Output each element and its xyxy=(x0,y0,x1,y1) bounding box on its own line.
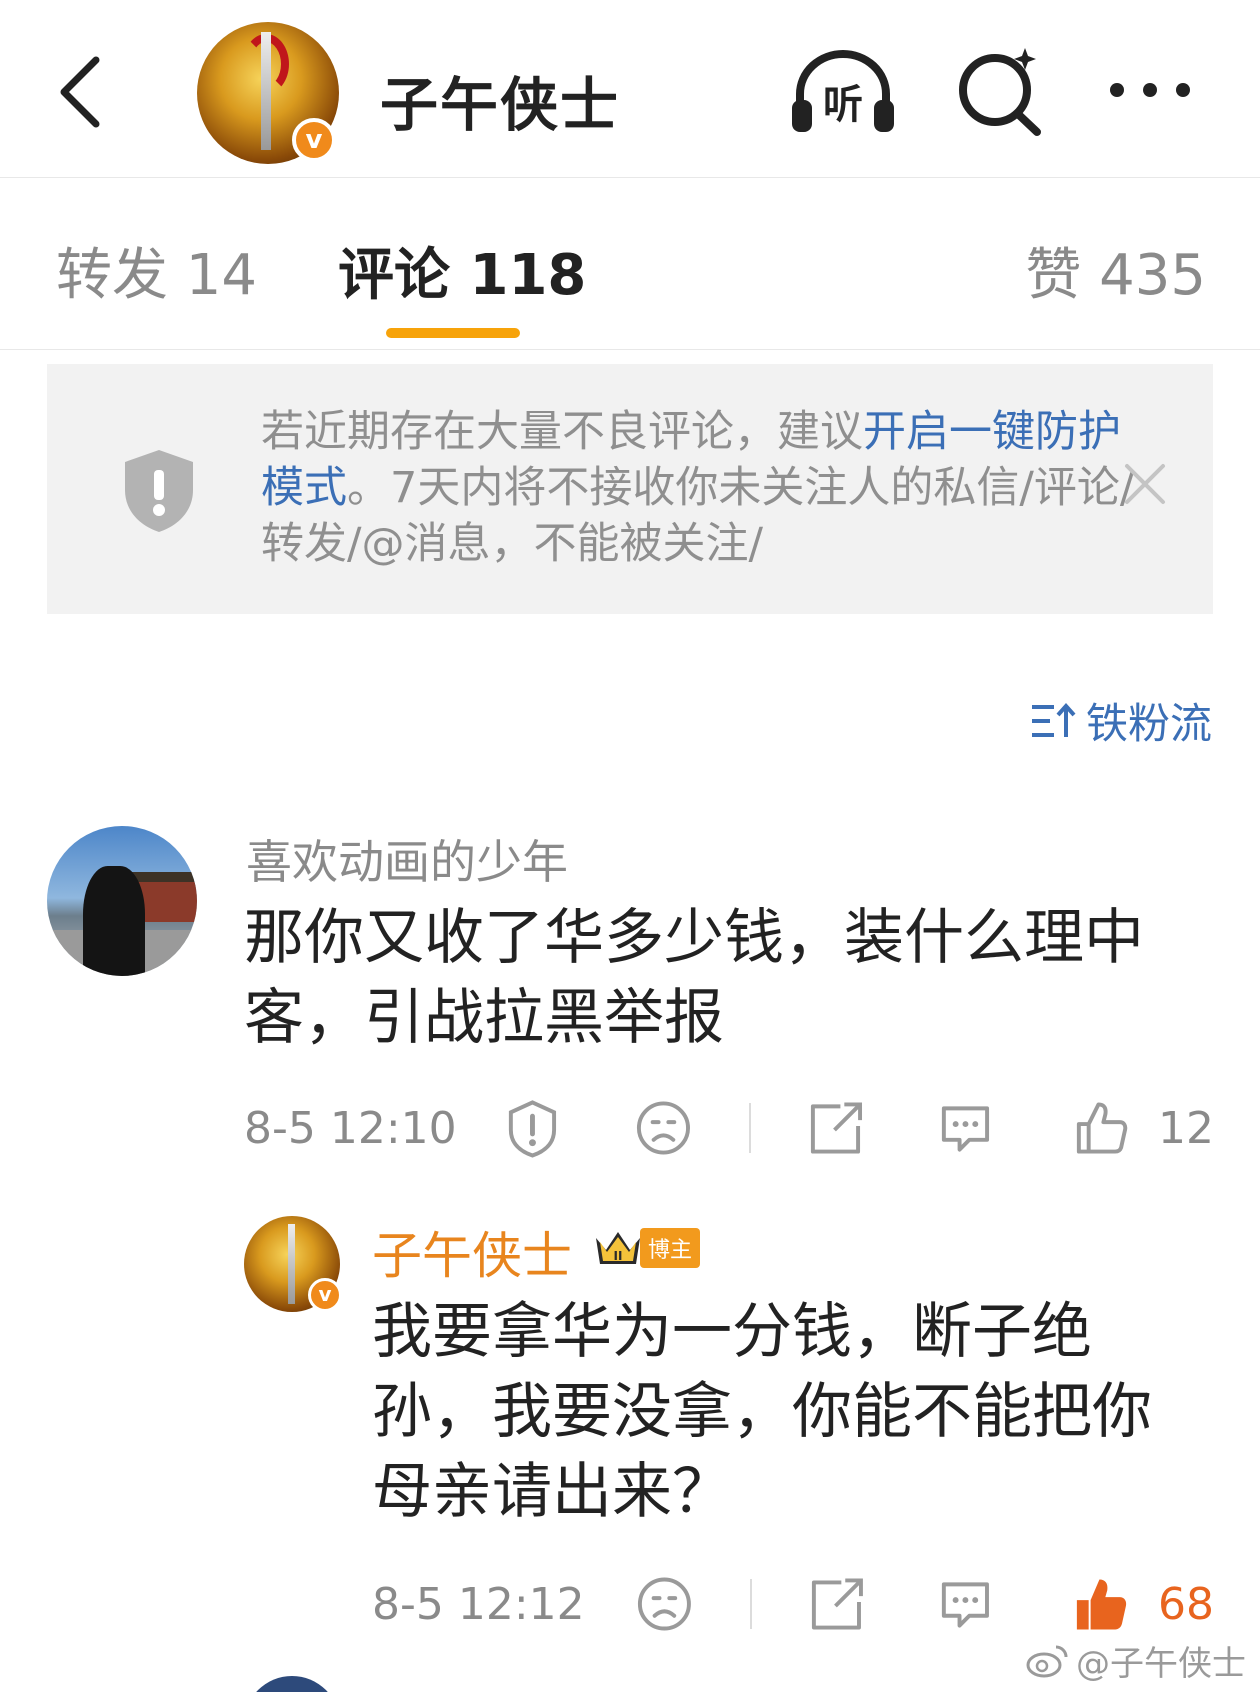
reply-text: 我要拿华为一分钱，断子绝孙，我要没拿，你能不能把你母亲请出来？ xyxy=(372,1297,1152,1527)
dislike-face-icon[interactable] xyxy=(635,1574,694,1634)
more-icon xyxy=(1110,83,1190,97)
comment-time: 8-5 12:10 xyxy=(244,1102,457,1154)
like-count: 68 xyxy=(1158,1578,1215,1630)
crown-icon: II xyxy=(596,1232,640,1264)
reply-username[interactable]: 子午侠士 xyxy=(372,1216,572,1288)
reply-icon[interactable] xyxy=(936,1574,995,1634)
commenter-avatar[interactable] xyxy=(47,826,197,976)
reply-actions: 8-5 12:12 68 xyxy=(372,1574,1214,1634)
watermark-text: @子午侠士 xyxy=(1076,1644,1246,1684)
divider xyxy=(749,1103,752,1153)
protection-notice: 若近期存在大量不良评论，建议开启一键防护模式。7天内将不接收你未关注人的私信/评… xyxy=(47,364,1213,614)
author-tag: 博主 xyxy=(640,1228,701,1268)
more-button[interactable] xyxy=(1105,70,1195,110)
reply-time: 8-5 12:12 xyxy=(372,1578,585,1630)
report-icon[interactable] xyxy=(503,1098,562,1158)
sort-label: 铁粉流 xyxy=(1085,699,1212,748)
next-comment-avatar[interactable] xyxy=(244,1676,340,1692)
search-icon xyxy=(959,48,1041,136)
close-icon[interactable] xyxy=(1123,462,1167,506)
tab-comments[interactable]: 评论 118 xyxy=(338,230,586,311)
divider xyxy=(749,1579,752,1629)
like-icon[interactable] xyxy=(1071,1098,1130,1158)
headphone-icon: 听 xyxy=(792,50,894,132)
svg-text:II: II xyxy=(614,1249,623,1263)
weibo-logo-icon xyxy=(1026,1645,1068,1677)
tab-bar: 转发 14 评论 118 赞 435 xyxy=(0,178,1260,350)
sort-button[interactable]: 铁粉流 xyxy=(1030,690,1212,751)
listen-button[interactable]: 听 xyxy=(788,46,898,136)
active-tab-indicator xyxy=(386,328,520,338)
liked-icon[interactable] xyxy=(1071,1574,1130,1634)
svg-text:听: 听 xyxy=(823,82,863,128)
commenter-username[interactable]: 喜欢动画的少年 xyxy=(246,826,568,892)
search-button[interactable] xyxy=(955,46,1045,136)
shield-icon xyxy=(125,450,193,532)
back-button[interactable] xyxy=(52,52,112,132)
sort-icon xyxy=(1031,702,1076,737)
back-icon xyxy=(60,56,100,128)
author-badge: II 博主 xyxy=(592,1226,701,1270)
page-title: 子午侠士 xyxy=(380,71,621,139)
watermark: @子午侠士 xyxy=(1026,1636,1246,1685)
reply-icon[interactable] xyxy=(936,1098,995,1158)
verified-badge: v xyxy=(308,1278,342,1312)
top-bar: v 子午侠士 听 xyxy=(0,0,1260,178)
tab-likes[interactable]: 赞 435 xyxy=(1025,230,1206,311)
comment-actions: 8-5 12:10 12 xyxy=(244,1098,1214,1158)
share-icon[interactable] xyxy=(807,1098,866,1158)
verified-badge: v xyxy=(292,118,336,162)
notice-text: 若近期存在大量不良评论，建议开启一键防护模式。7天内将不接收你未关注人的私信/评… xyxy=(261,407,1135,569)
like-count: 12 xyxy=(1158,1102,1215,1154)
share-icon[interactable] xyxy=(808,1574,867,1634)
comment-text: 那你又收了华多少钱，装什么理中客，引战拉黑举报 xyxy=(244,903,1144,1053)
dislike-face-icon[interactable] xyxy=(634,1098,693,1158)
tab-repost[interactable]: 转发 14 xyxy=(56,230,257,311)
